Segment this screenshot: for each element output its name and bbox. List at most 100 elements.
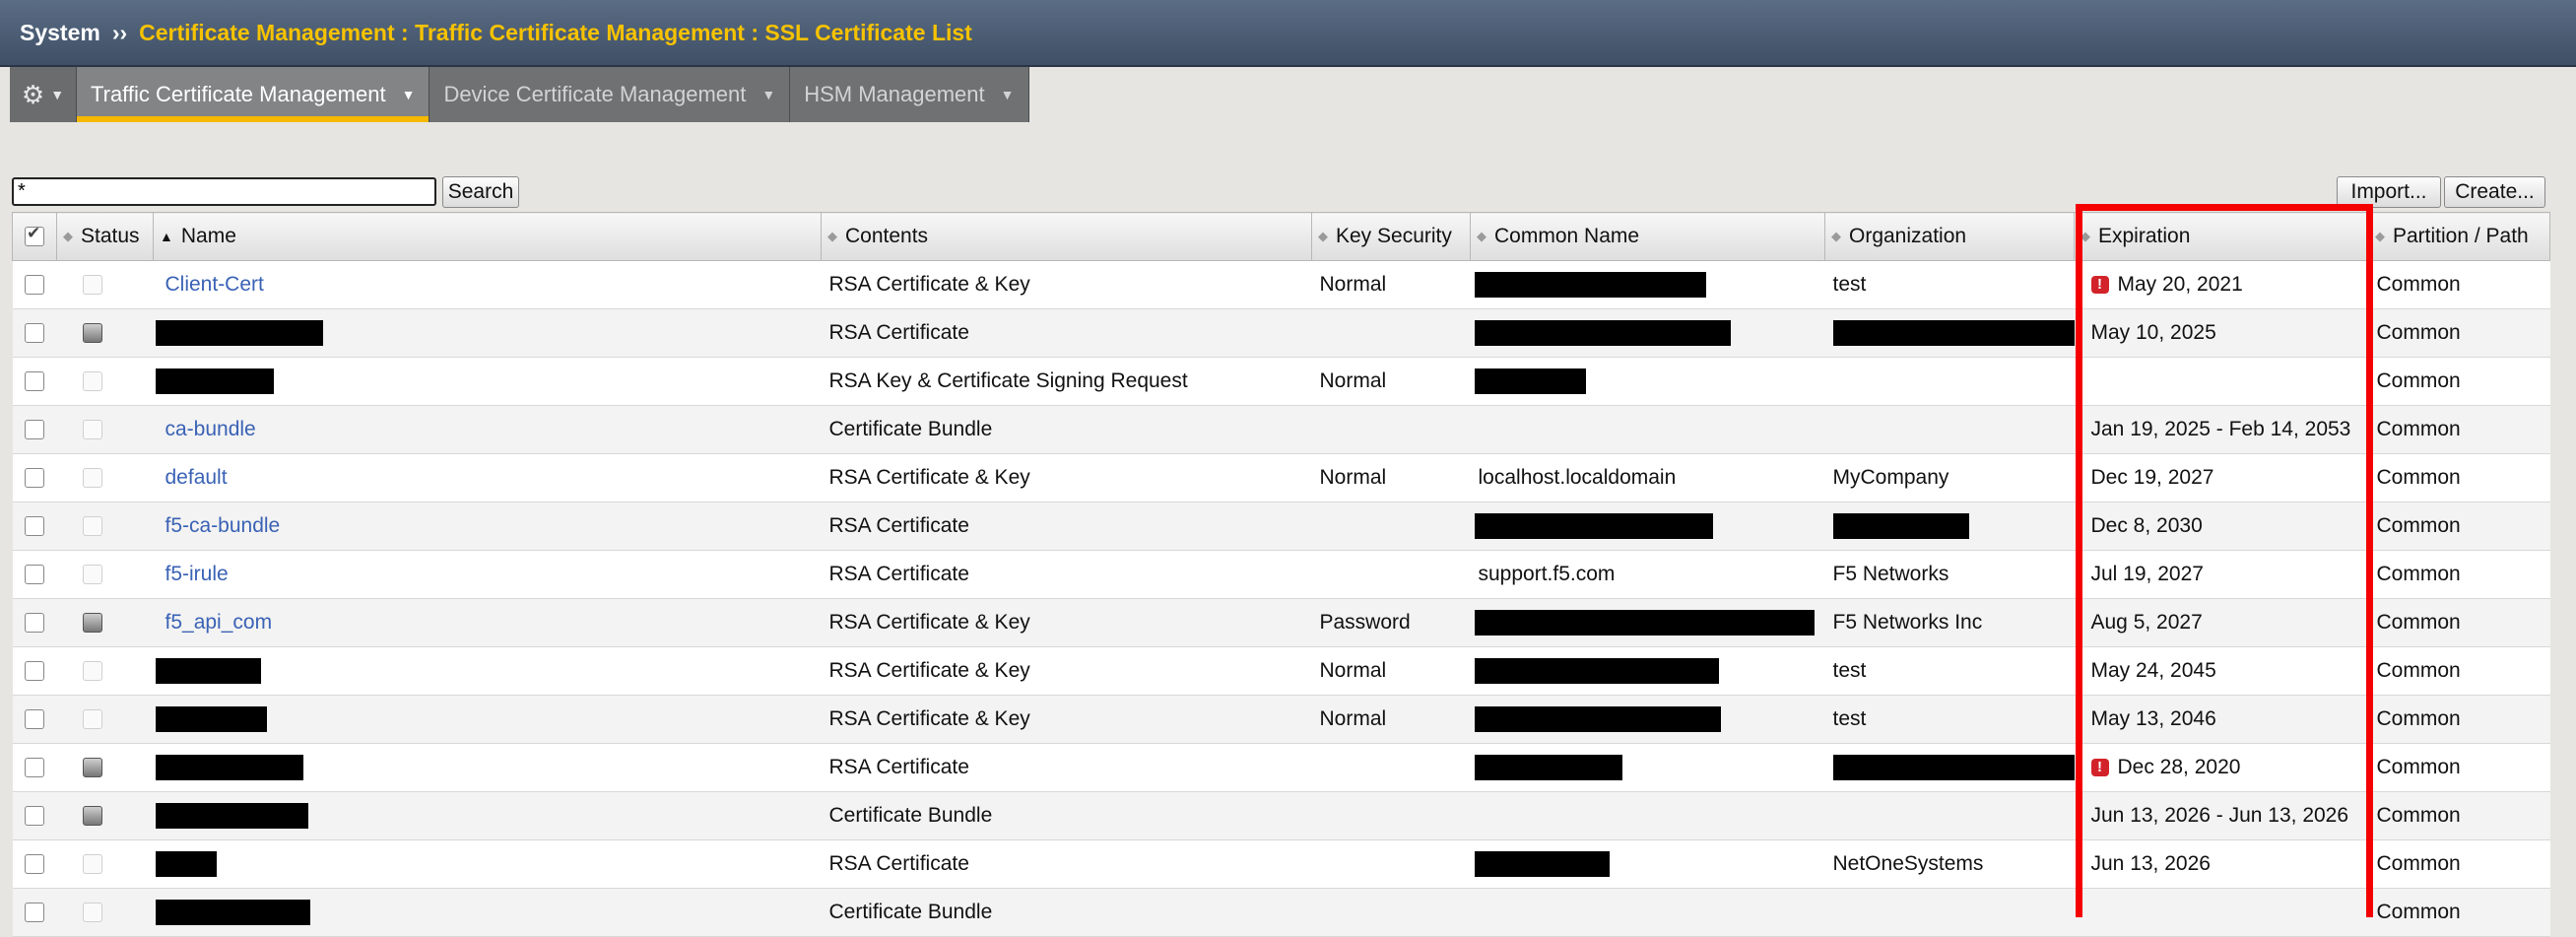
row-checkbox[interactable]: [25, 371, 44, 392]
table-row[interactable]: RSA Key & Certificate Signing Request Nor…: [12, 357, 2550, 406]
column-header-partition[interactable]: ◆ Partition / Path: [2368, 212, 2550, 261]
contents-cell: RSA Certificate: [821, 839, 1312, 889]
table-row[interactable]: RSA Certificate May 10, 2025 Common: [12, 308, 2550, 358]
column-header-status[interactable]: ◆ Status: [56, 212, 154, 261]
partition-cell: Common: [2368, 260, 2550, 309]
key-security-cell: [1311, 791, 1471, 840]
expiration-value: May 24, 2045: [2090, 659, 2216, 682]
key-security-cell: [1311, 550, 1471, 599]
create-button[interactable]: Create...: [2444, 176, 2545, 208]
table-row[interactable]: default RSA Certificate & Key Normal localh…: [12, 453, 2550, 502]
common-name-cell: [1470, 743, 1825, 792]
contents-cell: Certificate Bundle: [821, 888, 1312, 937]
row-checkbox[interactable]: [25, 854, 44, 875]
column-header-organization[interactable]: ◆ Organization: [1824, 212, 2075, 261]
import-button[interactable]: Import...: [2337, 176, 2441, 208]
redacted-common-name: [1474, 658, 1719, 684]
table-row[interactable]: RSA Certificate & Key Normal test May 13, 2…: [12, 695, 2550, 744]
certificate-name-link[interactable]: default: [165, 466, 228, 489]
common-name-cell: [1470, 308, 1825, 358]
gear-menu-button[interactable]: ⚙ ▼: [10, 67, 77, 122]
certificate-name-link[interactable]: f5_api_com: [165, 611, 273, 634]
column-header-name[interactable]: ▲ Name: [153, 212, 822, 261]
table-row[interactable]: f5-ca-bundle RSA Certificate Dec 8, 2030 Co…: [12, 502, 2550, 551]
row-checkbox[interactable]: [25, 758, 44, 778]
table-row[interactable]: RSA Certificate! Dec 28, 2020 Common: [12, 743, 2550, 792]
column-header-key-security[interactable]: ◆ Key Security: [1311, 212, 1471, 261]
column-label: Key Security: [1336, 225, 1452, 247]
status-cell: [56, 695, 154, 744]
table-row[interactable]: Client-Cert RSA Certificate & Key Normal te…: [12, 260, 2550, 309]
row-select-cell: [12, 357, 57, 406]
certificate-name-link[interactable]: Client-Cert: [165, 273, 264, 296]
search-input[interactable]: [12, 177, 436, 206]
partition-cell: Common: [2368, 550, 2550, 599]
name-cell: [153, 791, 822, 840]
name-cell: [153, 888, 822, 937]
row-select-cell: [12, 405, 57, 454]
key-security-cell: [1311, 308, 1471, 358]
table-row[interactable]: RSA Certificate & Key Normal test May 24, 2…: [12, 646, 2550, 696]
tab-traffic-certificate-management[interactable]: Traffic Certificate Management ▼: [77, 67, 430, 122]
redacted-organization: [1832, 755, 2075, 780]
table-row[interactable]: ca-bundle Certificate Bundle Jan 19, 2025 …: [12, 405, 2550, 454]
organization-value: test: [1832, 659, 1867, 682]
status-indicator-icon: [82, 854, 102, 875]
row-checkbox[interactable]: [25, 420, 44, 440]
partition-value: Common: [2376, 514, 2461, 537]
row-checkbox[interactable]: [25, 323, 44, 344]
tab-hsm-management[interactable]: HSM Management ▼: [790, 67, 1029, 122]
table-row[interactable]: Certificate Bundle Common: [12, 888, 2550, 937]
table-row[interactable]: Certificate Bundle Jun 13, 2026 - Jun 13,…: [12, 791, 2550, 840]
row-checkbox[interactable]: [25, 468, 44, 489]
common-name-cell: [1470, 405, 1825, 454]
column-header-contents[interactable]: ◆ Contents: [821, 212, 1312, 261]
common-name-cell: [1470, 888, 1825, 937]
row-checkbox[interactable]: [25, 806, 44, 827]
row-checkbox[interactable]: [25, 516, 44, 537]
organization-cell: test: [1824, 695, 2075, 744]
table-row[interactable]: f5-irule RSA Certificate support.f5.com F5 …: [12, 550, 2550, 599]
row-checkbox[interactable]: [25, 661, 44, 682]
chevron-down-icon: ▼: [761, 87, 776, 102]
organization-cell: [1824, 743, 2075, 792]
status-indicator-icon: [82, 565, 102, 585]
partition-value: Common: [2376, 852, 2461, 875]
sort-icon: ◆: [1831, 229, 1841, 244]
contents-value: Certificate Bundle: [828, 804, 993, 827]
row-checkbox[interactable]: [25, 613, 44, 634]
select-all-checkbox[interactable]: [25, 224, 44, 247]
row-select-cell: [12, 743, 57, 792]
contents-cell: RSA Certificate & Key: [821, 598, 1312, 647]
common-name-cell: [1470, 502, 1825, 551]
breadcrumb-root[interactable]: System: [20, 20, 100, 46]
row-checkbox[interactable]: [25, 903, 44, 923]
certificate-name-link[interactable]: f5-irule: [165, 563, 229, 585]
organization-value: NetOneSystems: [1832, 852, 1984, 875]
redacted-organization: [1832, 513, 1969, 539]
row-checkbox[interactable]: [25, 565, 44, 585]
row-select-cell: [12, 791, 57, 840]
certificate-name-link[interactable]: f5-ca-bundle: [165, 514, 281, 537]
contents-value: RSA Certificate & Key: [828, 707, 1030, 730]
table-row[interactable]: RSA Certificate NetOneSystems Jun 13, 2026…: [12, 839, 2550, 889]
table-row[interactable]: f5_api_com RSA Certificate & Key Password F…: [12, 598, 2550, 647]
key-security-cell: Normal: [1311, 695, 1471, 744]
expiration-cell: Aug 5, 2027: [2074, 598, 2369, 647]
search-button[interactable]: Search: [442, 176, 519, 208]
key-security-value: Normal: [1319, 466, 1387, 489]
column-header-common-name[interactable]: ◆ Common Name: [1470, 212, 1825, 261]
common-name-cell: [1470, 695, 1825, 744]
certificate-name-link[interactable]: ca-bundle: [165, 418, 256, 440]
column-header-expiration[interactable]: ◆ Expiration: [2074, 212, 2369, 261]
partition-value: Common: [2376, 804, 2461, 827]
row-checkbox[interactable]: [25, 275, 44, 296]
redacted-common-name: [1474, 851, 1610, 877]
contents-cell: RSA Certificate: [821, 550, 1312, 599]
expiration-cell: ! Dec 28, 2020: [2074, 743, 2369, 792]
row-checkbox[interactable]: [25, 709, 44, 730]
common-name-value: localhost.localdomain: [1478, 466, 1677, 489]
row-select-cell: [12, 839, 57, 889]
partition-cell: Common: [2368, 308, 2550, 358]
tab-device-certificate-management[interactable]: Device Certificate Management ▼: [429, 67, 791, 122]
